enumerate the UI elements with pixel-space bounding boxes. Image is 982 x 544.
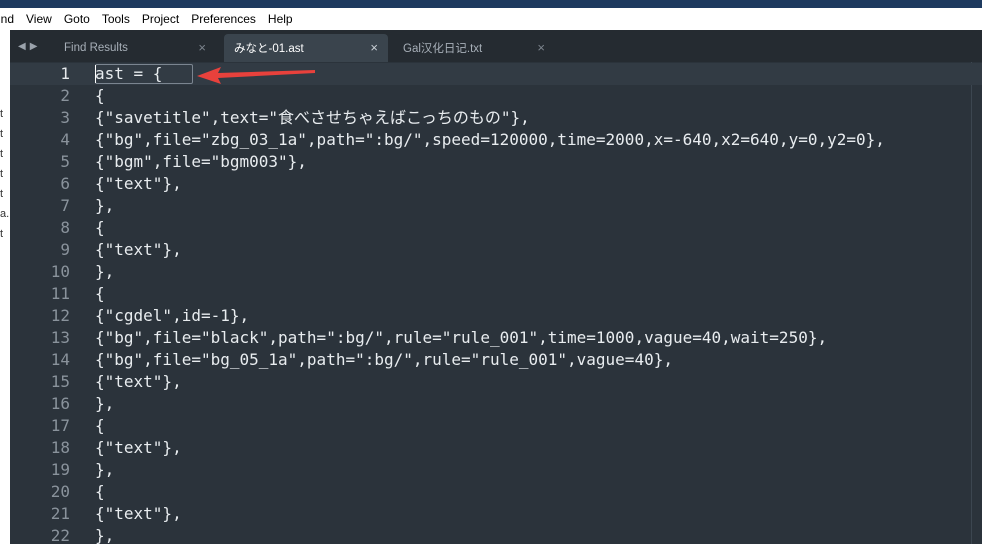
code-line[interactable]: 17 { bbox=[10, 415, 982, 437]
code-text: }, bbox=[95, 262, 115, 281]
close-icon[interactable]: × bbox=[370, 40, 378, 55]
code-line[interactable]: 7}, bbox=[10, 195, 982, 217]
line-number: 12 bbox=[50, 306, 70, 325]
code-line[interactable]: 2{ bbox=[10, 85, 982, 107]
line-number: 13 bbox=[50, 328, 70, 347]
tab-scroll-right-icon[interactable]: ▶ bbox=[30, 41, 38, 52]
line-number: 14 bbox=[50, 350, 70, 369]
menu-help[interactable]: Help bbox=[262, 8, 299, 30]
code-line[interactable]: 10}, bbox=[10, 261, 982, 283]
line-number: 15 bbox=[50, 372, 70, 391]
code-line[interactable]: 13 {"bg",file="black",path=":bg/",rule="r… bbox=[10, 327, 982, 349]
code-line[interactable]: 21 {"text"}, bbox=[10, 503, 982, 525]
code-line[interactable]: 14 {"bg",file="bg_05_1a",path=":bg/",rule… bbox=[10, 349, 982, 371]
menu-preferences[interactable]: Preferences bbox=[185, 8, 262, 30]
line-number: 10 bbox=[50, 262, 70, 281]
tab-find-results[interactable]: Find Results × bbox=[54, 34, 216, 62]
side-file-fragment[interactable]: t bbox=[0, 168, 3, 180]
side-file-fragment[interactable]: t bbox=[0, 188, 3, 200]
code-text: { bbox=[95, 482, 105, 501]
line-number: 7 bbox=[60, 196, 70, 215]
tab-bar: ◀ ▶ Find Results × みなと-01.ast × Gal汉化日记.… bbox=[10, 30, 982, 62]
line-number: 4 bbox=[60, 130, 70, 149]
line-number: 9 bbox=[60, 240, 70, 259]
menu-goto[interactable]: Goto bbox=[58, 8, 96, 30]
tab-minato-01-ast[interactable]: みなと-01.ast × bbox=[224, 34, 388, 62]
code-text: }, bbox=[95, 526, 115, 544]
tab-label: Gal汉化日记.txt bbox=[403, 43, 483, 55]
code-line[interactable]: 9 {"text"}, bbox=[10, 239, 982, 261]
menu-project[interactable]: Project bbox=[136, 8, 185, 30]
code-line[interactable]: 4 {"bg",file="zbg_03_1a",path=":bg/",spee… bbox=[10, 129, 982, 151]
line-number: 8 bbox=[60, 218, 70, 237]
code-line[interactable]: 6 {"text"}, bbox=[10, 173, 982, 195]
code-text: ast = { bbox=[95, 64, 163, 83]
code-line[interactable]: 5 {"bgm",file="bgm003"}, bbox=[10, 151, 982, 173]
tab-nav-arrows: ◀ ▶ bbox=[18, 30, 54, 62]
code-line[interactable]: 16}, bbox=[10, 393, 982, 415]
code-text: {"text"}, bbox=[95, 174, 182, 193]
tab-scroll-left-icon[interactable]: ◀ bbox=[18, 41, 26, 52]
code-text: {"text"}, bbox=[95, 438, 182, 457]
code-line[interactable]: 22}, bbox=[10, 525, 982, 544]
line-number: 18 bbox=[50, 438, 70, 457]
line-number: 16 bbox=[50, 394, 70, 413]
side-file-fragment[interactable]: t bbox=[0, 128, 3, 140]
line-number: 19 bbox=[50, 460, 70, 479]
code-text: {"bgm",file="bgm003"}, bbox=[95, 152, 307, 171]
code-editor[interactable]: 1 ast = {2{3 {"savetitle",text="食べさせちゃえばこっ… bbox=[10, 62, 982, 544]
tab-label: Find Results bbox=[64, 42, 128, 54]
code-line[interactable]: 3 {"savetitle",text="食べさせちゃえばこっちのもの"}, bbox=[10, 107, 982, 129]
code-text: { bbox=[95, 416, 105, 435]
code-line[interactable]: 19}, bbox=[10, 459, 982, 481]
line-number: 11 bbox=[50, 284, 70, 303]
code-line[interactable]: 18 {"text"}, bbox=[10, 437, 982, 459]
code-line[interactable]: 11 { bbox=[10, 283, 982, 305]
tab-label: みなと-01.ast bbox=[234, 43, 304, 55]
tab-untitled[interactable] bbox=[559, 34, 839, 62]
side-file-fragment[interactable]: a. bbox=[0, 208, 9, 220]
line-number: 1 bbox=[60, 64, 70, 83]
tab-gal-diary-txt[interactable]: Gal汉化日记.txt × bbox=[393, 34, 555, 62]
code-text: { bbox=[95, 218, 105, 237]
code-text: {"savetitle",text="食べさせちゃえばこっちのもの"}, bbox=[95, 108, 530, 127]
menu-bar: ind View Goto Tools Project Preferences … bbox=[0, 8, 982, 30]
close-icon[interactable]: × bbox=[198, 40, 206, 55]
code-text: {"text"}, bbox=[95, 372, 182, 391]
arrow-body bbox=[197, 67, 315, 84]
line-number: 5 bbox=[60, 152, 70, 171]
code-line[interactable]: 1 ast = { bbox=[10, 63, 982, 85]
code-text: { bbox=[95, 86, 105, 105]
close-icon[interactable]: × bbox=[537, 40, 545, 55]
line-number: 3 bbox=[60, 108, 70, 127]
code-text: }, bbox=[95, 196, 115, 215]
line-number: 2 bbox=[60, 86, 70, 105]
annotation-arrow-icon bbox=[197, 67, 315, 84]
code-text: }, bbox=[95, 460, 115, 479]
line-number: 22 bbox=[50, 526, 70, 544]
code-text: {"text"}, bbox=[95, 240, 182, 259]
menu-view[interactable]: View bbox=[20, 8, 58, 30]
line-number: 21 bbox=[50, 504, 70, 523]
code-line[interactable]: 20 { bbox=[10, 481, 982, 503]
code-line[interactable]: 8{ bbox=[10, 217, 982, 239]
code-text: { bbox=[95, 284, 105, 303]
line-number: 6 bbox=[60, 174, 70, 193]
side-file-fragment[interactable]: t bbox=[0, 148, 3, 160]
line-number: 17 bbox=[50, 416, 70, 435]
menu-tools[interactable]: Tools bbox=[96, 8, 136, 30]
code-text: {"cgdel",id=-1}, bbox=[95, 306, 250, 325]
code-text: {"bg",file="bg_05_1a",path=":bg/",rule="… bbox=[95, 350, 673, 369]
code-line[interactable]: 15 {"text"}, bbox=[10, 371, 982, 393]
side-file-fragment[interactable]: t bbox=[0, 228, 3, 240]
menu-find[interactable]: ind bbox=[0, 8, 20, 30]
code-text: {"bg",file="black",path=":bg/",rule="rul… bbox=[95, 328, 828, 347]
code-text: }, bbox=[95, 394, 115, 413]
line-number: 20 bbox=[50, 482, 70, 501]
window-title-bar bbox=[0, 0, 982, 8]
code-line[interactable]: 12 {"cgdel",id=-1}, bbox=[10, 305, 982, 327]
code-text: {"bg",file="zbg_03_1a",path=":bg/",speed… bbox=[95, 130, 885, 149]
code-text: {"text"}, bbox=[95, 504, 182, 523]
side-file-fragment[interactable]: t bbox=[0, 108, 3, 120]
